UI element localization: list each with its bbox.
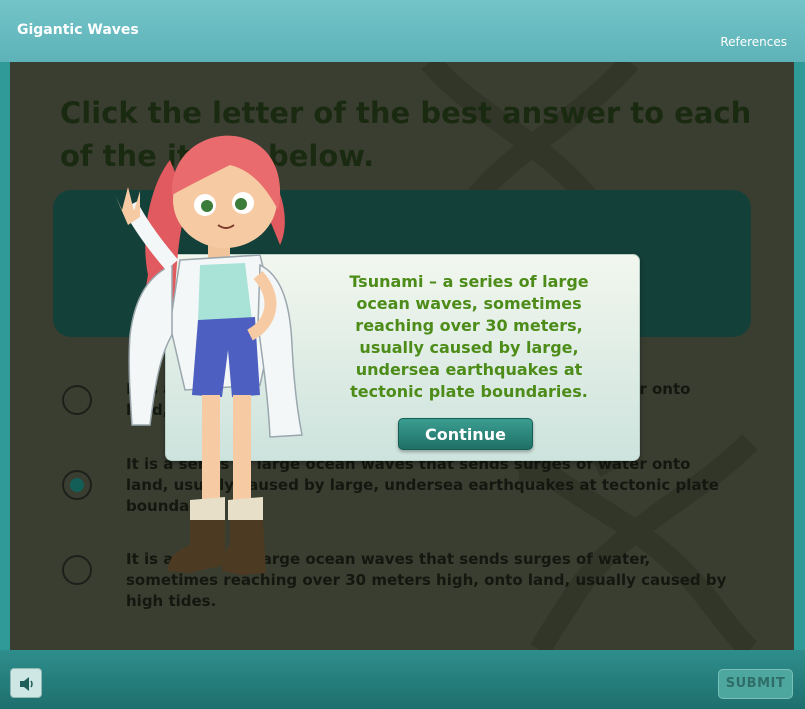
submit-button[interactable]: SUBMIT	[718, 669, 793, 699]
title-bar: Gigantic Waves References	[0, 0, 805, 62]
scientist-character-illustration	[115, 135, 303, 575]
radio-button-a[interactable]	[62, 385, 92, 415]
bottom-bar	[0, 650, 805, 709]
definition-text: Tsunami – a series of large ocean waves,…	[349, 272, 589, 401]
radio-button-b[interactable]	[62, 470, 92, 500]
references-link[interactable]: References	[720, 35, 787, 49]
app-title: Gigantic Waves	[17, 22, 139, 38]
continue-button[interactable]: Continue	[398, 418, 533, 450]
audio-button[interactable]	[10, 668, 42, 698]
speaker-icon	[20, 677, 33, 691]
radio-button-c[interactable]	[62, 555, 92, 585]
